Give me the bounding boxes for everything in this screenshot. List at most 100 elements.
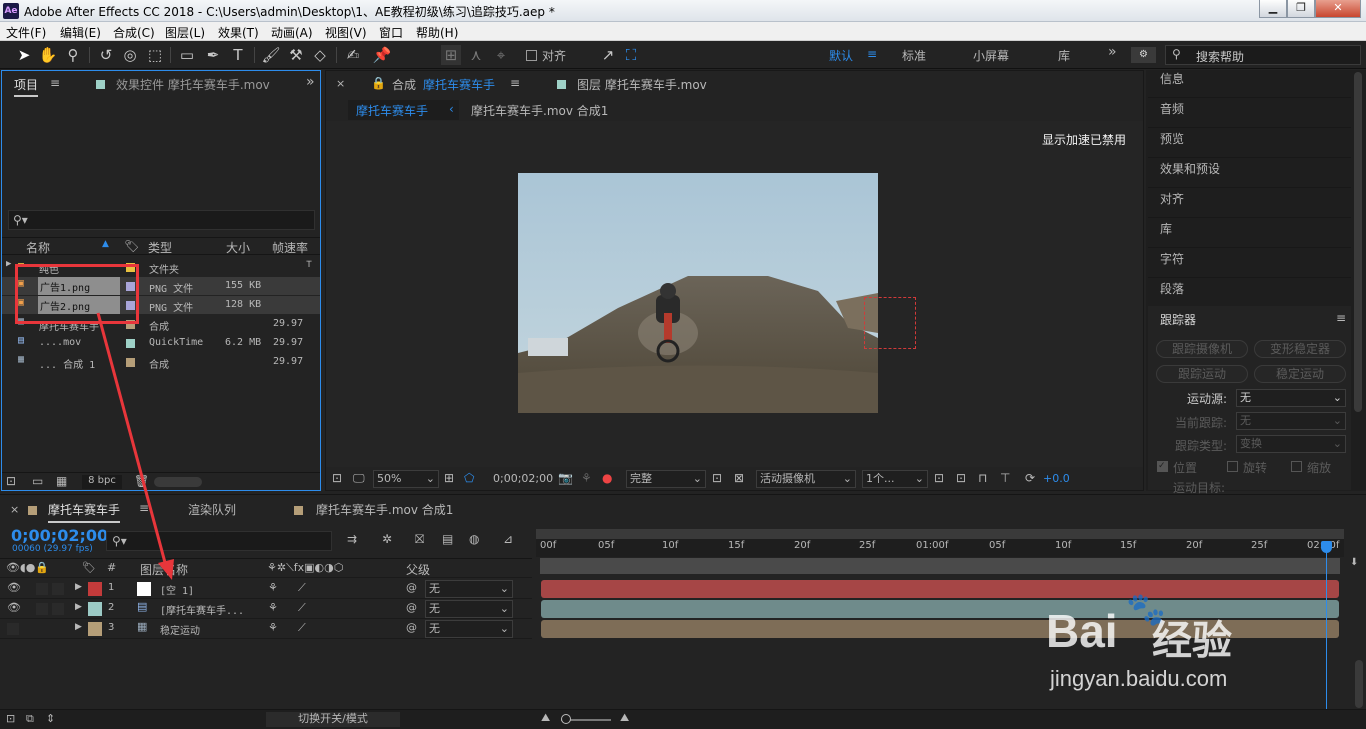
snap-target-icon[interactable]: ⛶ xyxy=(621,45,641,65)
pan-behind-icon[interactable]: ⬚ xyxy=(145,45,165,65)
shy-layers-icon[interactable]: ⛝ xyxy=(415,532,424,547)
motion-blur-icon[interactable]: ◍ xyxy=(469,532,479,546)
local-axis-icon[interactable]: ⊞ xyxy=(441,45,461,65)
scale-checkbox[interactable] xyxy=(1291,461,1302,472)
quality-switch-icon[interactable]: ⟋ xyxy=(298,621,306,635)
layer-bar[interactable] xyxy=(541,580,1339,598)
switches-header-icons[interactable]: ⚘✲⟍fx▣◐◑⬡ xyxy=(267,561,343,575)
track-point-box[interactable] xyxy=(864,297,916,349)
current-time[interactable]: 0;00;02;00 xyxy=(493,472,553,485)
resolution-select[interactable]: 完整 ⌄ xyxy=(626,470,706,488)
pickwhip-icon[interactable]: @ xyxy=(406,621,417,634)
timeline-icon[interactable]: ⊓ xyxy=(978,471,987,485)
expand-panes-icon[interactable]: ⊡ xyxy=(6,712,15,725)
rectangle-tool-icon[interactable]: ▭ xyxy=(177,45,197,65)
expand-arrow-icon[interactable]: ▶ xyxy=(6,259,11,269)
workspace-library[interactable]: 库 xyxy=(1058,47,1070,64)
timeline-timecode[interactable]: 0;00;02;00 xyxy=(11,526,108,545)
pickwhip-icon[interactable]: @ xyxy=(406,601,417,614)
sort-ascending-icon[interactable]: ▲ xyxy=(102,239,109,249)
flowchart-icon[interactable]: ⊤ xyxy=(306,259,312,270)
breadcrumb-current[interactable]: 摩托车赛车手 xyxy=(356,102,428,119)
track-camera-button[interactable]: 跟踪摄像机 xyxy=(1156,340,1248,358)
close-tab-icon[interactable]: × xyxy=(336,77,345,90)
layer-name-header[interactable]: 图层名称 xyxy=(140,561,188,578)
timeline-scrollbar[interactable] xyxy=(1355,660,1363,708)
bpc-button[interactable]: 8 bpc xyxy=(82,475,122,489)
maximize-button[interactable]: ❐ xyxy=(1287,0,1315,18)
world-axis-icon[interactable]: ⋏ xyxy=(466,45,486,65)
type-tool-icon[interactable]: T xyxy=(228,45,248,65)
menu-window[interactable]: 窗口 xyxy=(379,24,403,41)
panel-audio[interactable]: 音频 xyxy=(1148,98,1351,128)
view-axis-icon[interactable]: ⌖ xyxy=(491,45,511,65)
expand-arrow-icon[interactable]: ▶ xyxy=(75,602,82,612)
panel-align[interactable]: 对齐 xyxy=(1148,188,1351,218)
list-item[interactable]: ▤ ....mov QuickTime 6.2 MB 29.97 xyxy=(2,334,320,352)
layer-name[interactable]: [空 1] xyxy=(160,582,194,597)
eraser-tool-icon[interactable]: ◇ xyxy=(310,45,330,65)
menu-layer[interactable]: 图层(L) xyxy=(165,24,205,41)
col-type[interactable]: 类型 xyxy=(148,239,172,256)
visibility-eye-icon[interactable]: 👁 xyxy=(7,601,21,614)
always-preview-icon[interactable]: ⊡ xyxy=(332,471,342,485)
layer-bar[interactable] xyxy=(541,620,1339,638)
minimize-button[interactable]: ▁ xyxy=(1259,0,1287,18)
show-snapshot-icon[interactable]: ⚘ xyxy=(581,471,592,485)
close-button[interactable]: ✕ xyxy=(1315,0,1361,18)
tab-effect-controls[interactable]: 效果控件 摩托车赛车手.mov xyxy=(116,76,270,93)
orbit-camera-icon[interactable]: ◎ xyxy=(120,45,140,65)
workspace-more-button[interactable]: » xyxy=(1108,44,1117,60)
breadcrumb[interactable]: 摩托车赛车手 ‹ xyxy=(348,100,459,120)
zoom-in-icon[interactable]: ⛰ xyxy=(620,711,629,725)
label-color[interactable] xyxy=(126,358,135,367)
parent-select[interactable]: 无 ⌄ xyxy=(425,580,513,598)
comp-tab-prefix[interactable]: 合成 xyxy=(392,76,416,93)
quality-switch-icon[interactable]: ⟋ xyxy=(298,601,306,615)
views-select[interactable]: 1个... ⌄ xyxy=(862,470,928,488)
layer-row[interactable]: ▶ 3 ▦ 稳定运动 ⚘ ⟋ @ 无 ⌄ xyxy=(0,619,532,639)
shy-switch-icon[interactable]: ⚘ xyxy=(268,601,278,614)
visibility-eye-icon[interactable]: 👁 xyxy=(7,581,21,594)
panel-effects-presets[interactable]: 效果和预设 xyxy=(1148,158,1351,188)
fast-previews-icon[interactable]: ⊡ xyxy=(956,471,966,485)
tab-layer[interactable]: 图层 摩托车赛车手.mov xyxy=(577,76,707,93)
expand-arrow-icon[interactable]: ▶ xyxy=(75,582,82,592)
region-of-interest-icon[interactable]: ⊡ xyxy=(712,471,722,485)
stabilize-motion-button[interactable]: 稳定运动 xyxy=(1254,365,1346,383)
menu-animation[interactable]: 动画(A) xyxy=(271,24,313,41)
layer-bar[interactable] xyxy=(541,600,1339,618)
playhead-line[interactable] xyxy=(1326,541,1327,709)
align-checkbox[interactable] xyxy=(526,50,537,61)
panel-library[interactable]: 库 xyxy=(1148,218,1351,248)
timeline-search-input[interactable]: ⚲▾ xyxy=(106,531,332,551)
layer-row[interactable]: 👁 ▶ 2 ▤ [摩托车赛车手... ⚘ ⟋ @ 无 ⌄ xyxy=(0,599,532,619)
tab-timeline-comp[interactable]: 摩托车赛车手 xyxy=(48,501,121,523)
horizontal-scrollbar[interactable] xyxy=(154,477,202,487)
draft-3d-icon[interactable]: ✲ xyxy=(382,532,392,546)
interpret-footage-icon[interactable]: ⊡ xyxy=(6,474,16,488)
track-type-select[interactable]: 变换 ⌄ xyxy=(1236,435,1346,453)
work-area-range[interactable] xyxy=(540,558,1340,574)
puppet-pin-icon[interactable]: 📌 xyxy=(372,45,392,65)
rotation-checkbox[interactable] xyxy=(1227,461,1238,472)
sync-settings-icon[interactable]: ⚙ xyxy=(1131,47,1156,63)
menu-composition[interactable]: 合成(C) xyxy=(113,24,155,41)
list-item[interactable]: ▦ ... 合成 1 合成 29.97 xyxy=(2,353,320,371)
menu-view[interactable]: 视图(V) xyxy=(325,24,367,41)
monitor-icon[interactable]: 🖵 xyxy=(353,471,365,486)
tab-render-queue[interactable]: 渲染队列 xyxy=(188,501,236,518)
lock-icon[interactable]: 🔒 xyxy=(371,76,386,90)
current-track-select[interactable]: 无 ⌄ xyxy=(1236,412,1346,430)
pen-tool-icon[interactable]: ✒ xyxy=(203,45,223,65)
comp-marker-icon[interactable]: ⬇ xyxy=(1350,557,1358,568)
panel-preview[interactable]: 预览 xyxy=(1148,128,1351,158)
zoom-tool-icon[interactable]: ⚲ xyxy=(63,45,83,65)
tab-project[interactable]: 项目 xyxy=(14,76,39,97)
solo-toggle[interactable] xyxy=(36,583,48,595)
roto-brush-icon[interactable]: ✍ xyxy=(343,45,363,65)
av-switches-icons[interactable]: 👁◖●🔒 xyxy=(6,561,49,574)
visibility-toggle[interactable] xyxy=(7,623,19,635)
quality-switch-icon[interactable]: ⟋ xyxy=(298,581,306,595)
layer-name[interactable]: 稳定运动 xyxy=(160,622,200,637)
